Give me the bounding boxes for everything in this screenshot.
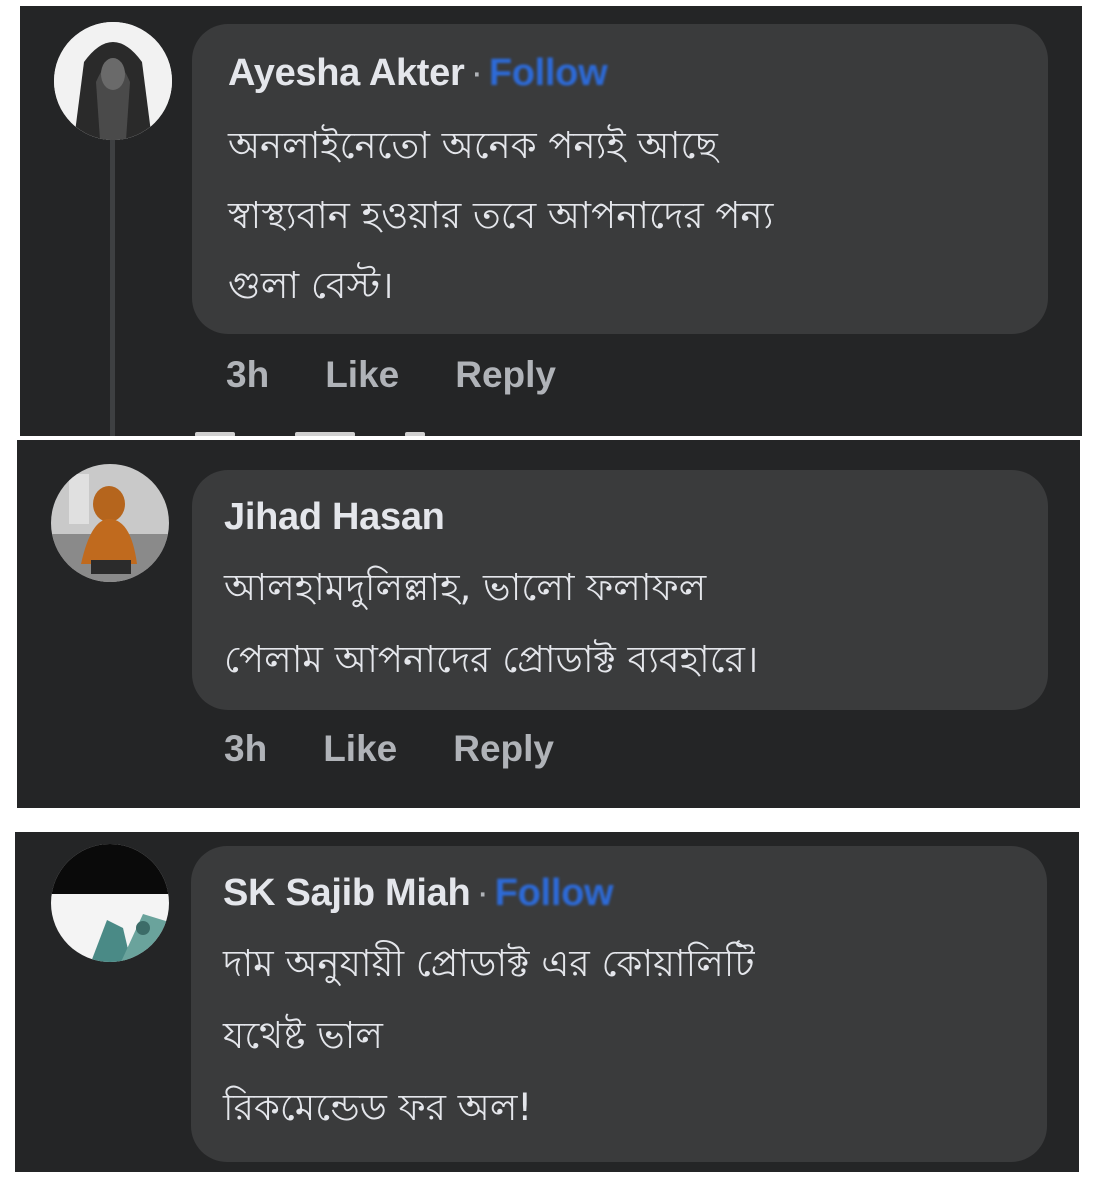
reply-button[interactable]: Reply bbox=[455, 354, 556, 395]
reply-preview-fragment bbox=[295, 432, 355, 436]
comment-bubble: SK Sajib Miah · Follow দাম অনুযায়ী প্রোডা… bbox=[191, 846, 1047, 1162]
reply-button[interactable]: Reply bbox=[453, 728, 554, 769]
profile-photo-icon bbox=[51, 464, 169, 582]
profile-photo-icon bbox=[54, 22, 172, 140]
commenter-name-text[interactable]: Ayesha Akter bbox=[228, 52, 465, 94]
comment-text-line: অনলাইনেতো অনেক পন্যই আছে bbox=[228, 124, 718, 167]
like-button[interactable]: Like bbox=[323, 728, 397, 769]
reply-preview-fragment bbox=[405, 432, 425, 436]
comment-bubble: Ayesha Akter · Follow অনলাইনেতো অনেক পন্যই… bbox=[192, 24, 1048, 334]
comment-sk-sajib-miah: SK Sajib Miah · Follow দাম অনুযায়ী প্রোডা… bbox=[15, 832, 1079, 1172]
follow-button[interactable]: Follow bbox=[495, 872, 614, 914]
comment-text-line: রিকমেন্ডেড ফর অল! bbox=[223, 1086, 533, 1129]
profile-photo-icon bbox=[51, 844, 169, 962]
comment-actions: 3h Like Reply bbox=[226, 354, 612, 396]
follow-button[interactable]: Follow bbox=[489, 52, 608, 94]
comment-actions: 3h Like Reply bbox=[224, 728, 610, 770]
commenter-name[interactable]: SK Sajib Miah · Follow bbox=[223, 872, 614, 915]
comment-text-line: যথেষ্ট ভাল bbox=[223, 1014, 383, 1057]
separator-dot: · bbox=[476, 872, 489, 914]
comment-text-line: স্বাস্থ্যবান হওয়ার তবে আপনাদের পন্য bbox=[228, 194, 774, 237]
like-button[interactable]: Like bbox=[325, 354, 399, 395]
timestamp[interactable]: 3h bbox=[224, 728, 267, 769]
separator-dot: · bbox=[470, 52, 483, 94]
avatar[interactable] bbox=[51, 464, 169, 582]
thread-line bbox=[110, 136, 115, 436]
comment-text-line: আলহামদুলিল্লাহ, ভালো ফলাফল bbox=[224, 566, 707, 609]
comment-bubble: Jihad Hasan আলহামদুলিল্লাহ, ভালো ফলাফল প… bbox=[192, 470, 1048, 710]
comment-text-line: দাম অনুযায়ী প্রোডাক্ট এর কোয়ালিটি bbox=[223, 942, 755, 985]
comment-text-line: পেলাম আপনাদের প্রোডাক্ট ব্যবহারে। bbox=[224, 638, 759, 681]
commenter-name[interactable]: Jihad Hasan bbox=[224, 496, 445, 539]
avatar[interactable] bbox=[51, 844, 169, 962]
reply-preview-fragment bbox=[195, 432, 235, 436]
commenter-name-text[interactable]: SK Sajib Miah bbox=[223, 872, 471, 914]
timestamp[interactable]: 3h bbox=[226, 354, 269, 395]
comment-ayesha-akter: Ayesha Akter · Follow অনলাইনেতো অনেক পন্যই… bbox=[20, 6, 1082, 436]
comment-text-line: গুলা বেস্ট। bbox=[228, 264, 394, 307]
comment-jihad-hasan: Jihad Hasan আলহামদুলিল্লাহ, ভালো ফলাফল প… bbox=[17, 440, 1080, 808]
commenter-name[interactable]: Ayesha Akter · Follow bbox=[228, 52, 608, 95]
avatar[interactable] bbox=[54, 22, 172, 140]
